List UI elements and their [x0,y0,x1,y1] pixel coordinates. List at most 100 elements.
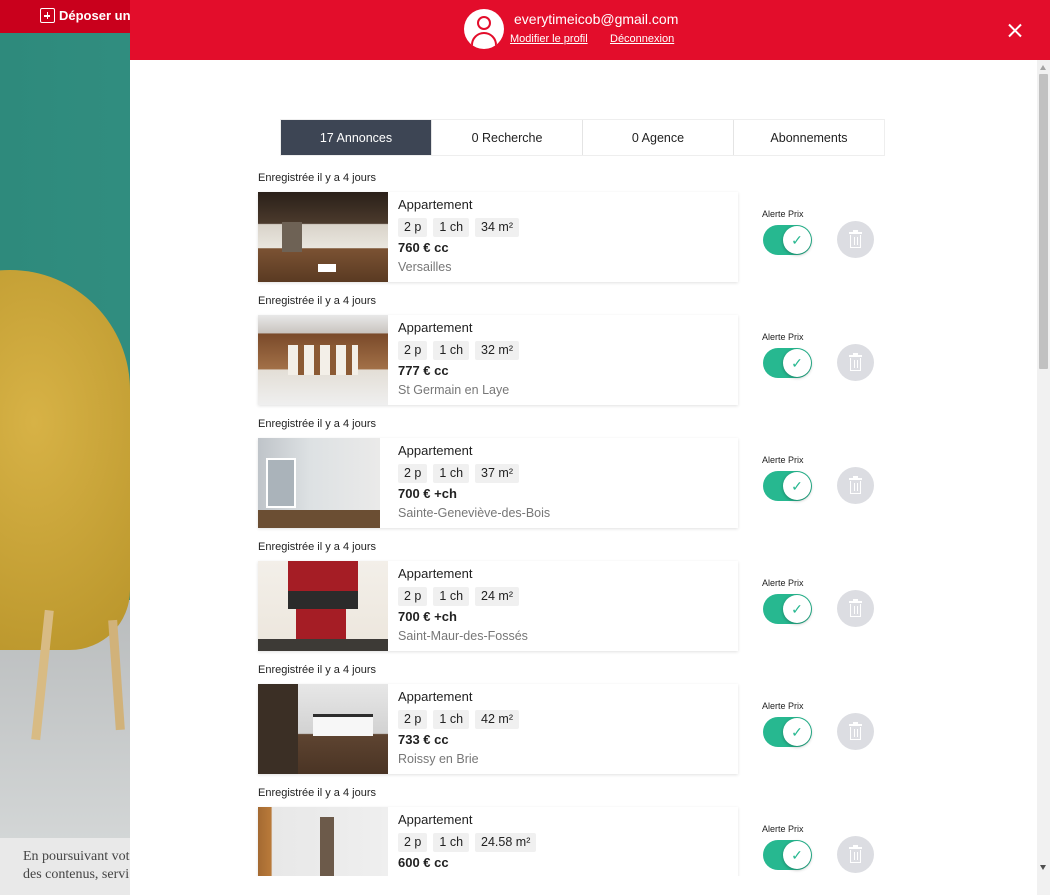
cookie-text-line1: En poursuivant vot [23,849,130,864]
listing-city: Versailles [398,260,452,274]
list-item: Enregistrée il y a 4 jours Appartement 2… [130,170,1037,293]
scroll-down-icon[interactable] [1040,865,1046,870]
post-ad-button[interactable]: Déposer une [40,8,138,23]
listing-type: Appartement [398,320,473,335]
tab-abonnements[interactable]: Abonnements [733,120,884,155]
listing-photo [258,561,388,651]
price-alert-label: Alerte Prix [762,824,804,834]
listing-price: 600 € cc [398,855,449,870]
check-icon: ✓ [783,841,811,869]
price-alert-label: Alerte Prix [762,578,804,588]
tab-agence[interactable]: 0 Agence [582,120,733,155]
listing-card[interactable]: Appartement 2 p 1 ch 24 m² 700 € +ch Sai… [258,561,738,651]
check-icon: ✓ [783,226,811,254]
trash-icon[interactable] [837,590,874,627]
bedrooms-chip: 1 ch [433,464,470,483]
post-ad-label: Déposer une [59,8,138,23]
listing-city: Sainte-Geneviève-des-Bois [398,506,551,520]
listing-card[interactable]: Appartement 2 p 1 ch 24.58 m² 600 € cc [258,807,738,876]
list-item: Enregistrée il y a 4 jours Appartement 2… [130,293,1037,416]
bedrooms-chip: 1 ch [433,710,470,729]
price-alert-toggle[interactable]: ✓ [763,348,812,378]
listing-type: Appartement [398,566,473,581]
user-avatar-icon [464,9,504,49]
listing-price: 760 € cc [398,240,449,255]
trash-icon[interactable] [837,467,874,504]
rooms-chip: 2 p [398,341,428,360]
rooms-chip: 2 p [398,710,428,729]
listing-type: Appartement [398,812,473,827]
listing-photo [258,807,388,876]
listing-price: 777 € cc [398,363,449,378]
price-alert-label: Alerte Prix [762,332,804,342]
price-alert-toggle[interactable]: ✓ [763,717,812,747]
area-chip: 37 m² [475,464,519,483]
listing-city: Roissy en Brie [398,752,479,766]
tab-recherche[interactable]: 0 Recherche [431,120,582,155]
price-alert-label: Alerte Prix [762,455,804,465]
trash-icon[interactable] [837,221,874,258]
account-panel: everytimeicob@gmail.com Modifier le prof… [130,0,1050,895]
check-icon: ✓ [783,472,811,500]
price-alert-label: Alerte Prix [762,209,804,219]
list-item: Enregistrée il y a 4 jours Appartement 2… [130,662,1037,785]
trash-icon[interactable] [837,713,874,750]
listing-card[interactable]: Appartement 2 p 1 ch 37 m² 700 € +ch Sai… [258,438,738,528]
tab-annonces[interactable]: 17 Annonces [281,120,431,155]
cookie-text-line2: des contenus, servi [23,867,130,882]
listing-type: Appartement [398,197,473,212]
trash-icon[interactable] [837,836,874,873]
cookie-banner: En poursuivant vot des contenus, servi [0,838,140,895]
listing-city: St Germain en Laye [398,383,510,397]
list-item: Enregistrée il y a 4 jours Appartement 2… [130,785,1037,876]
saved-listings: Enregistrée il y a 4 jours Appartement 2… [130,170,1037,876]
listing-photo [258,315,388,405]
saved-date: Enregistrée il y a 4 jours [258,295,376,307]
chair-image [0,270,130,650]
close-icon[interactable] [1006,21,1024,39]
saved-date: Enregistrée il y a 4 jours [258,541,376,553]
bedrooms-chip: 1 ch [433,341,470,360]
listing-price: 700 € +ch [398,609,457,624]
plus-icon [40,8,55,23]
price-alert-label: Alerte Prix [762,701,804,711]
saved-date: Enregistrée il y a 4 jours [258,787,376,799]
price-alert-toggle[interactable]: ✓ [763,471,812,501]
bedrooms-chip: 1 ch [433,833,470,852]
saved-date: Enregistrée il y a 4 jours [258,418,376,430]
listing-card[interactable]: Appartement 2 p 1 ch 42 m² 733 € cc Rois… [258,684,738,774]
scrollbar-thumb[interactable] [1039,74,1048,369]
listing-price: 733 € cc [398,732,449,747]
panel-header: everytimeicob@gmail.com Modifier le prof… [130,0,1050,60]
area-chip: 42 m² [475,710,519,729]
listing-type: Appartement [398,443,473,458]
rooms-chip: 2 p [398,833,428,852]
listing-city: Saint-Maur-des-Fossés [398,629,528,643]
trash-icon[interactable] [837,344,874,381]
price-alert-toggle[interactable]: ✓ [763,840,812,870]
edit-profile-link[interactable]: Modifier le profil [510,33,588,45]
bedrooms-chip: 1 ch [433,218,470,237]
user-email: everytimeicob@gmail.com [514,11,679,27]
saved-date: Enregistrée il y a 4 jours [258,664,376,676]
rooms-chip: 2 p [398,464,428,483]
area-chip: 24 m² [475,587,519,606]
area-chip: 34 m² [475,218,519,237]
logout-link[interactable]: Déconnexion [610,33,674,45]
area-chip: 24.58 m² [475,833,537,852]
scroll-up-icon[interactable] [1040,65,1046,70]
area-chip: 32 m² [475,341,519,360]
price-alert-toggle[interactable]: ✓ [763,594,812,624]
listing-photo [258,684,388,774]
listing-photo [258,192,388,282]
scrollbar[interactable] [1037,60,1050,895]
listing-card[interactable]: Appartement 2 p 1 ch 34 m² 760 € cc Vers… [258,192,738,282]
saved-date: Enregistrée il y a 4 jours [258,172,376,184]
price-alert-toggle[interactable]: ✓ [763,225,812,255]
bedrooms-chip: 1 ch [433,587,470,606]
check-icon: ✓ [783,595,811,623]
listing-card[interactable]: Appartement 2 p 1 ch 32 m² 777 € cc St G… [258,315,738,405]
listing-price: 700 € +ch [398,486,457,501]
listing-type: Appartement [398,689,473,704]
rooms-chip: 2 p [398,218,428,237]
